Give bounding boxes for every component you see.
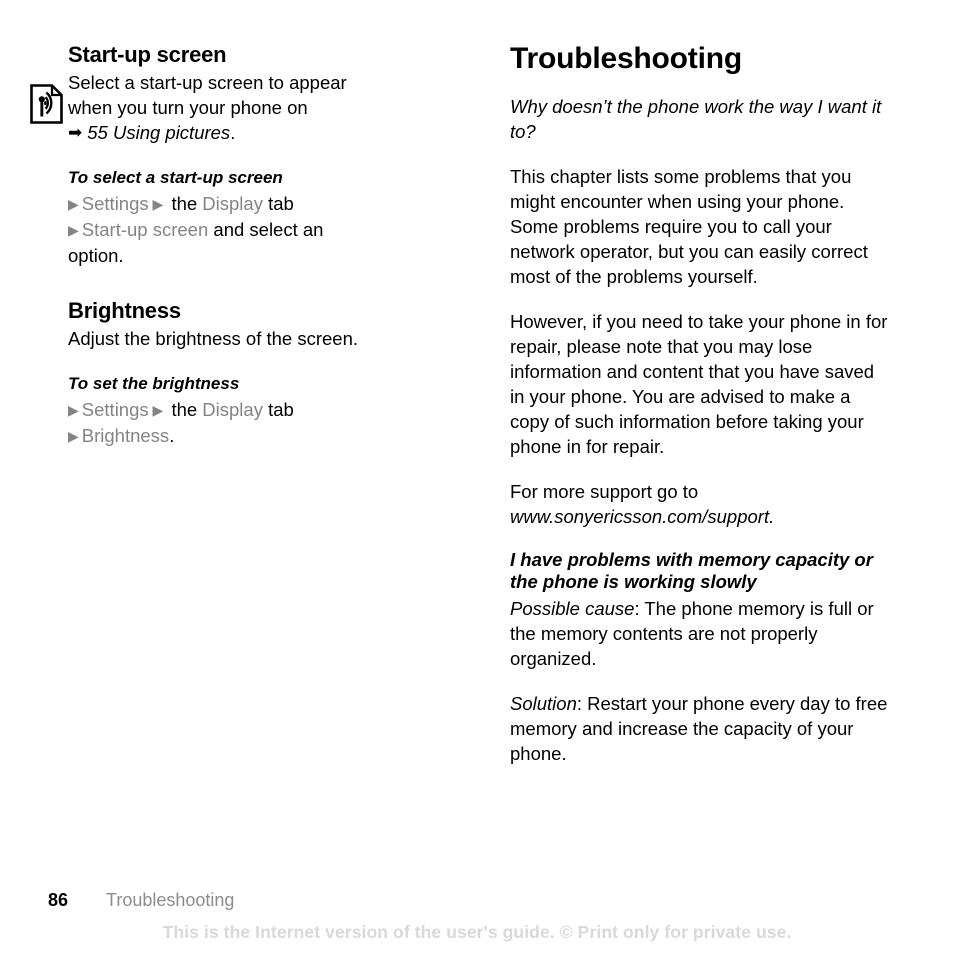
chapter-question: Why doesn’t the phone work the way I wan…	[510, 96, 882, 142]
step-inline-triangle-icon: ▶	[148, 196, 164, 212]
intro-line-2: when you turn your phone on	[68, 97, 308, 118]
menu-item-display-tab[interactable]: Display	[202, 193, 263, 214]
support-url[interactable]: www.sonyericsson.com/support	[510, 506, 769, 527]
brightness-intro: Adjust the brightness of the screen.	[68, 328, 359, 349]
section-heading-brightness: Brightness	[68, 298, 181, 323]
support-lead-text: For more support go to	[510, 481, 699, 502]
step-plain-text: the	[171, 399, 203, 420]
cross-reference-period: .	[230, 122, 236, 143]
procedure-title-select-start-up-screen: To select a start-up screen	[68, 168, 283, 187]
menu-item-display-tab[interactable]: Display	[202, 399, 263, 420]
step-plain-text: .	[169, 425, 175, 446]
procedure-step-continuation: option.	[68, 243, 436, 268]
step-bullet-triangle-icon: ▶	[68, 428, 79, 444]
menu-item-settings[interactable]: Settings	[82, 193, 149, 214]
chapter-paragraph-1: This chapter lists some problems that yo…	[510, 166, 868, 287]
solution-paragraph: Solution: Restart your phone every day t…	[510, 691, 890, 766]
issue-heading: I have problems with memory capacity or …	[510, 549, 873, 592]
footer-watermark: This is the Internet version of the user…	[162, 922, 792, 942]
chapter-paragraph-2: However, if you need to take your phone …	[510, 311, 888, 457]
procedure-step: ▶ Settings ▶ the Display tab	[68, 397, 436, 423]
footer-row: 86 Troubleshooting	[48, 888, 234, 912]
menu-item-start-up-screen[interactable]: Start-up screen	[82, 219, 208, 240]
right-column: Troubleshooting Why doesn’t the phone wo…	[510, 42, 890, 786]
menu-item-settings[interactable]: Settings	[82, 399, 149, 420]
procedure-title-set-brightness: To set the brightness	[68, 374, 240, 393]
procedure-step: ▶ Start-up screen and select an	[68, 217, 436, 243]
left-column: Start-up screen Select a start-up screen…	[68, 42, 436, 449]
step-bullet-triangle-icon: ▶	[68, 402, 79, 418]
support-url-period: .	[769, 506, 775, 527]
page-title: Troubleshooting	[510, 42, 742, 75]
support-paragraph: For more support go to www.sonyericsson.…	[510, 479, 890, 529]
step-plain-text: and select an	[208, 219, 324, 240]
section-brightness: Brightness Adjust the brightness of the …	[68, 298, 436, 449]
step-plain-text-tab: tab	[262, 193, 294, 214]
page-with-signal-waves-icon	[30, 84, 63, 124]
possible-cause-paragraph: Possible cause: The phone memory is full…	[510, 596, 890, 671]
footer-chapter-label: Troubleshooting	[106, 890, 235, 910]
menu-item-brightness[interactable]: Brightness	[82, 425, 169, 446]
solution-label: Solution	[510, 693, 577, 714]
section-heading-start-up-screen: Start-up screen	[68, 42, 227, 67]
start-up-screen-intro: Select a start-up screen to appear when …	[68, 70, 436, 145]
step-inline-triangle-icon: ▶	[148, 402, 164, 418]
step-bullet-triangle-icon: ▶	[68, 196, 79, 212]
intro-line-1: Select a start-up screen to appear	[68, 72, 347, 93]
cross-reference-link[interactable]: 55 Using pictures	[87, 122, 230, 143]
procedure-step: ▶ Settings ▶ the Display tab	[68, 191, 436, 217]
step-plain-text: the	[171, 193, 203, 214]
step-plain-text: option.	[68, 245, 124, 266]
step-plain-text-tab: tab	[262, 399, 294, 420]
possible-cause-label: Possible cause	[510, 598, 635, 619]
page-number: 86	[48, 890, 69, 910]
step-bullet-triangle-icon: ▶	[68, 222, 79, 238]
procedure-step: ▶ Brightness.	[68, 423, 436, 449]
document-page: Start-up screen Select a start-up screen…	[0, 0, 954, 954]
section-start-up-screen: Start-up screen Select a start-up screen…	[68, 42, 436, 268]
cross-reference-arrow-icon: ➡	[68, 123, 83, 142]
